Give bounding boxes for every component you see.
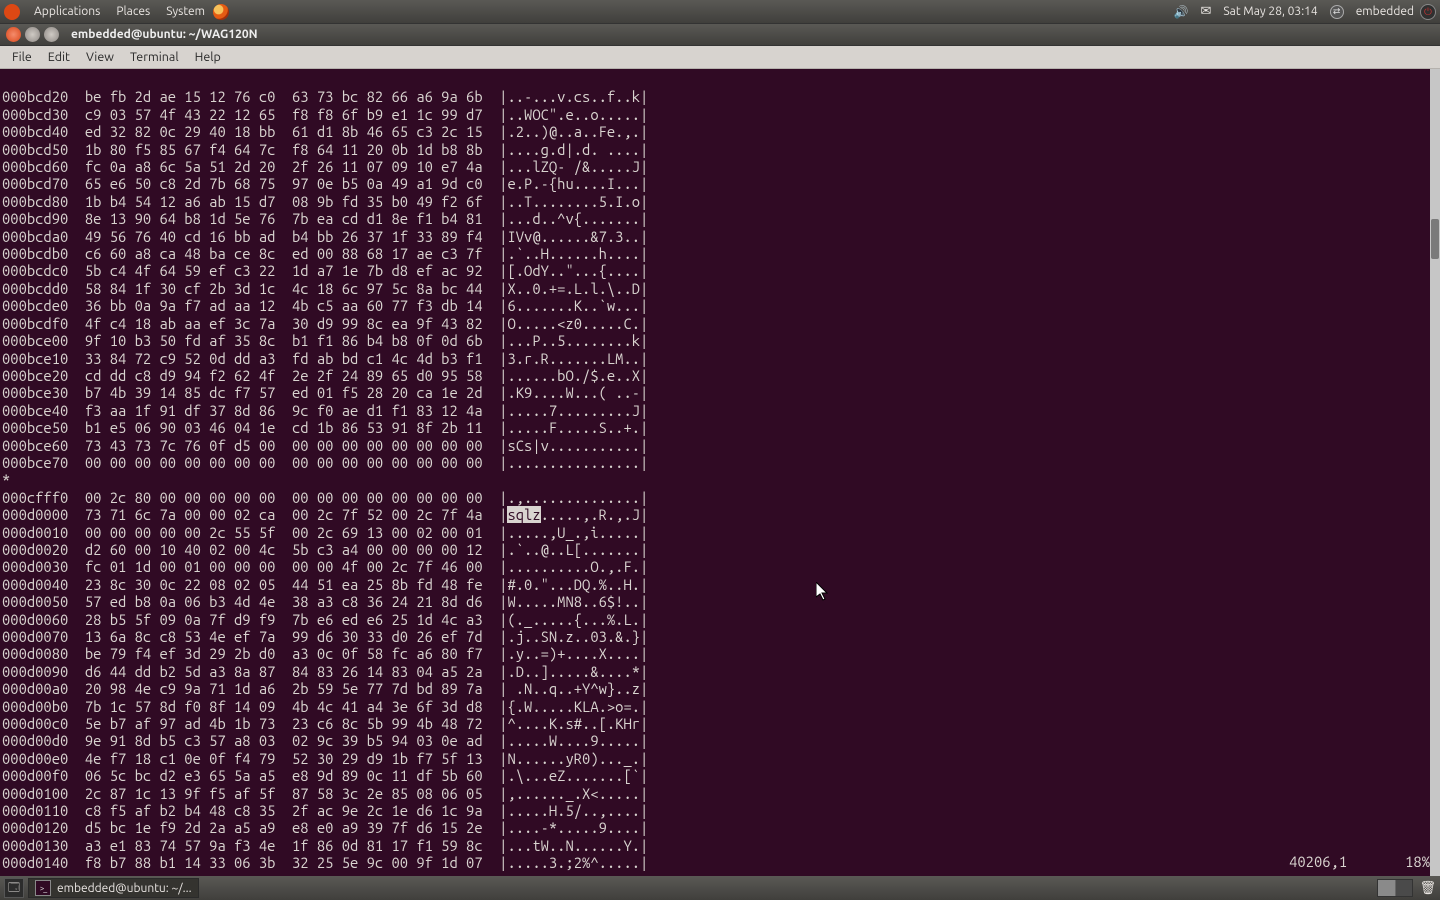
window-titlebar[interactable]: embedded@ubuntu: ~/WAG120N <box>0 24 1440 46</box>
window-maximize-button[interactable] <box>44 27 59 42</box>
terminal-menubar: File Edit View Terminal Help <box>0 46 1440 69</box>
menu-file[interactable]: File <box>4 50 40 64</box>
terminal-scrollbar[interactable] <box>1430 69 1440 876</box>
window-title: embedded@ubuntu: ~/WAG120N <box>71 28 258 41</box>
window-close-button[interactable] <box>6 27 21 42</box>
task-label: embedded@ubuntu: ~/... <box>57 882 192 895</box>
menu-help[interactable]: Help <box>187 50 229 64</box>
applications-menu[interactable]: Applications <box>26 5 108 18</box>
power-icon[interactable] <box>1420 4 1436 20</box>
menu-terminal[interactable]: Terminal <box>122 50 187 64</box>
terminal-app-icon <box>35 880 51 896</box>
window-minimize-button[interactable] <box>25 27 40 42</box>
volume-icon[interactable] <box>1168 5 1195 19</box>
trash-icon[interactable] <box>1419 881 1436 896</box>
clock[interactable]: Sat May 28, 03:14 <box>1217 5 1323 18</box>
mail-indicator-icon[interactable] <box>1194 4 1217 19</box>
ubuntu-logo-icon[interactable] <box>4 4 20 20</box>
terminal-output[interactable]: 000bcd20 be fb 2d ae 15 12 76 c0 63 73 b… <box>0 69 1440 876</box>
bottom-panel: embedded@ubuntu: ~/... <box>0 876 1440 900</box>
workspace-switcher[interactable] <box>1377 879 1413 897</box>
show-desktop-button[interactable] <box>4 878 24 898</box>
menu-view[interactable]: View <box>78 50 122 64</box>
network-indicator-icon[interactable] <box>1324 5 1350 19</box>
top-panel: Applications Places System Sat May 28, 0… <box>0 0 1440 24</box>
places-menu[interactable]: Places <box>108 5 158 18</box>
scrollbar-thumb[interactable] <box>1431 219 1439 259</box>
taskbar-terminal-task[interactable]: embedded@ubuntu: ~/... <box>28 878 199 898</box>
user-menu[interactable]: embedded <box>1350 5 1420 18</box>
menu-edit[interactable]: Edit <box>40 50 78 64</box>
firefox-launcher-icon[interactable] <box>213 4 229 20</box>
vim-status-line: 40206,1 18% <box>1289 853 1430 870</box>
system-menu[interactable]: System <box>158 5 213 18</box>
